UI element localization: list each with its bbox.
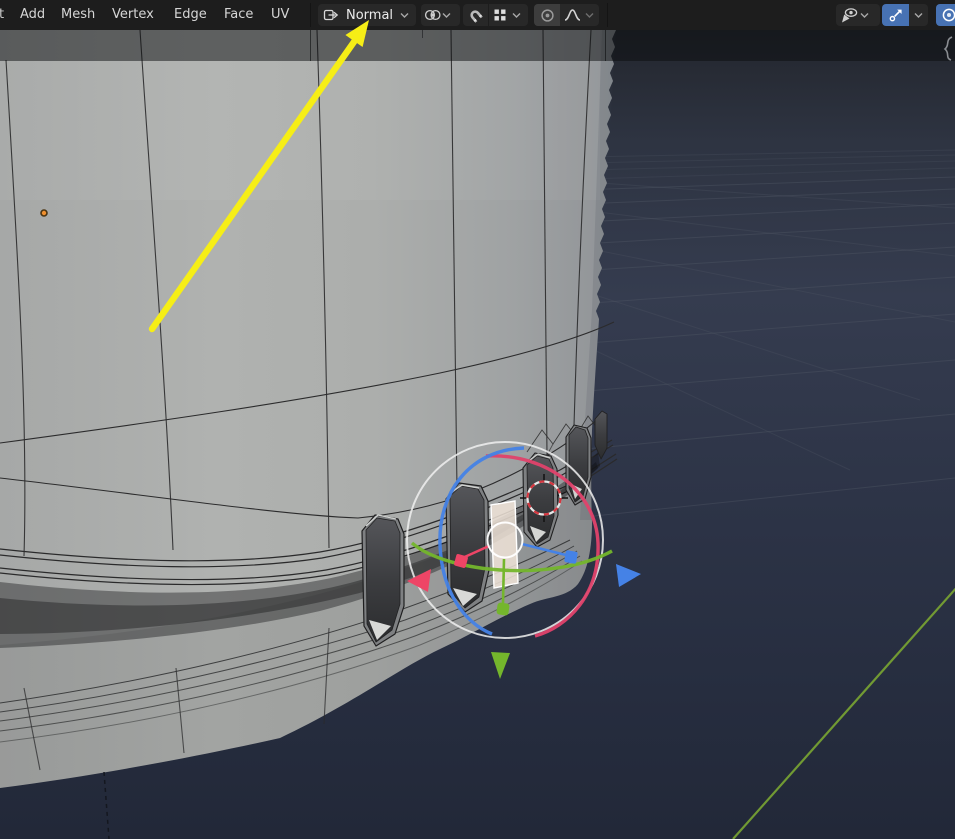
blender-window: { "header": { "clipped_left_text": "t", … <box>0 0 955 839</box>
menu-clipped-select[interactable]: t <box>0 0 6 30</box>
chevron-down-icon[interactable] <box>585 12 594 19</box>
chevron-down-icon <box>860 12 869 19</box>
pivot-point-icon <box>424 7 441 23</box>
object-visibility-dropdown[interactable] <box>836 4 880 26</box>
viewport-3d[interactable] <box>0 0 955 839</box>
chevron-down-icon <box>400 12 409 19</box>
smooth-falloff-curve-icon <box>564 8 581 22</box>
viewport-header: t Add Mesh Vertex Edge Face UV Normal <box>0 0 955 30</box>
menu-add[interactable]: Add <box>18 0 47 30</box>
snap-increment-grid-icon <box>493 8 507 22</box>
snap-toggle-button[interactable] <box>463 4 488 26</box>
gizmos-group <box>882 4 928 26</box>
proportional-circle-icon <box>540 8 555 23</box>
transform-orientation-dropdown[interactable]: Normal <box>318 4 416 26</box>
menu-uv[interactable]: UV <box>269 0 291 30</box>
snap-group <box>463 4 528 26</box>
tool-header-strip <box>0 30 955 61</box>
menu-edge[interactable]: Edge <box>172 0 209 30</box>
pivot-point-dropdown[interactable] <box>421 4 460 26</box>
magnet-icon <box>468 8 483 23</box>
proportional-editing-group <box>534 4 599 26</box>
object-origin-dot <box>40 209 48 217</box>
menu-vertex[interactable]: Vertex <box>110 0 156 30</box>
show-overlays-toggle[interactable] <box>936 4 955 26</box>
gizmos-dropdown[interactable] <box>909 4 928 26</box>
gizmo-arrow-icon <box>888 7 904 23</box>
menu-face[interactable]: Face <box>222 0 255 30</box>
chevron-down-icon[interactable] <box>512 12 521 19</box>
orientation-box-arrow-icon <box>323 7 339 23</box>
overlays-circle-icon <box>941 7 955 23</box>
orientation-value: Normal <box>346 7 394 23</box>
snap-with-button[interactable] <box>489 4 511 26</box>
header-separator <box>310 3 311 27</box>
header-separator <box>607 3 608 27</box>
eye-pointer-icon <box>839 7 859 24</box>
proportional-editing-toggle[interactable] <box>534 4 560 26</box>
falloff-type-button[interactable] <box>560 4 584 26</box>
chevron-down-icon <box>442 12 451 19</box>
vent-slot <box>361 514 405 647</box>
show-gizmos-toggle[interactable] <box>882 4 909 26</box>
menu-mesh[interactable]: Mesh <box>59 0 97 30</box>
